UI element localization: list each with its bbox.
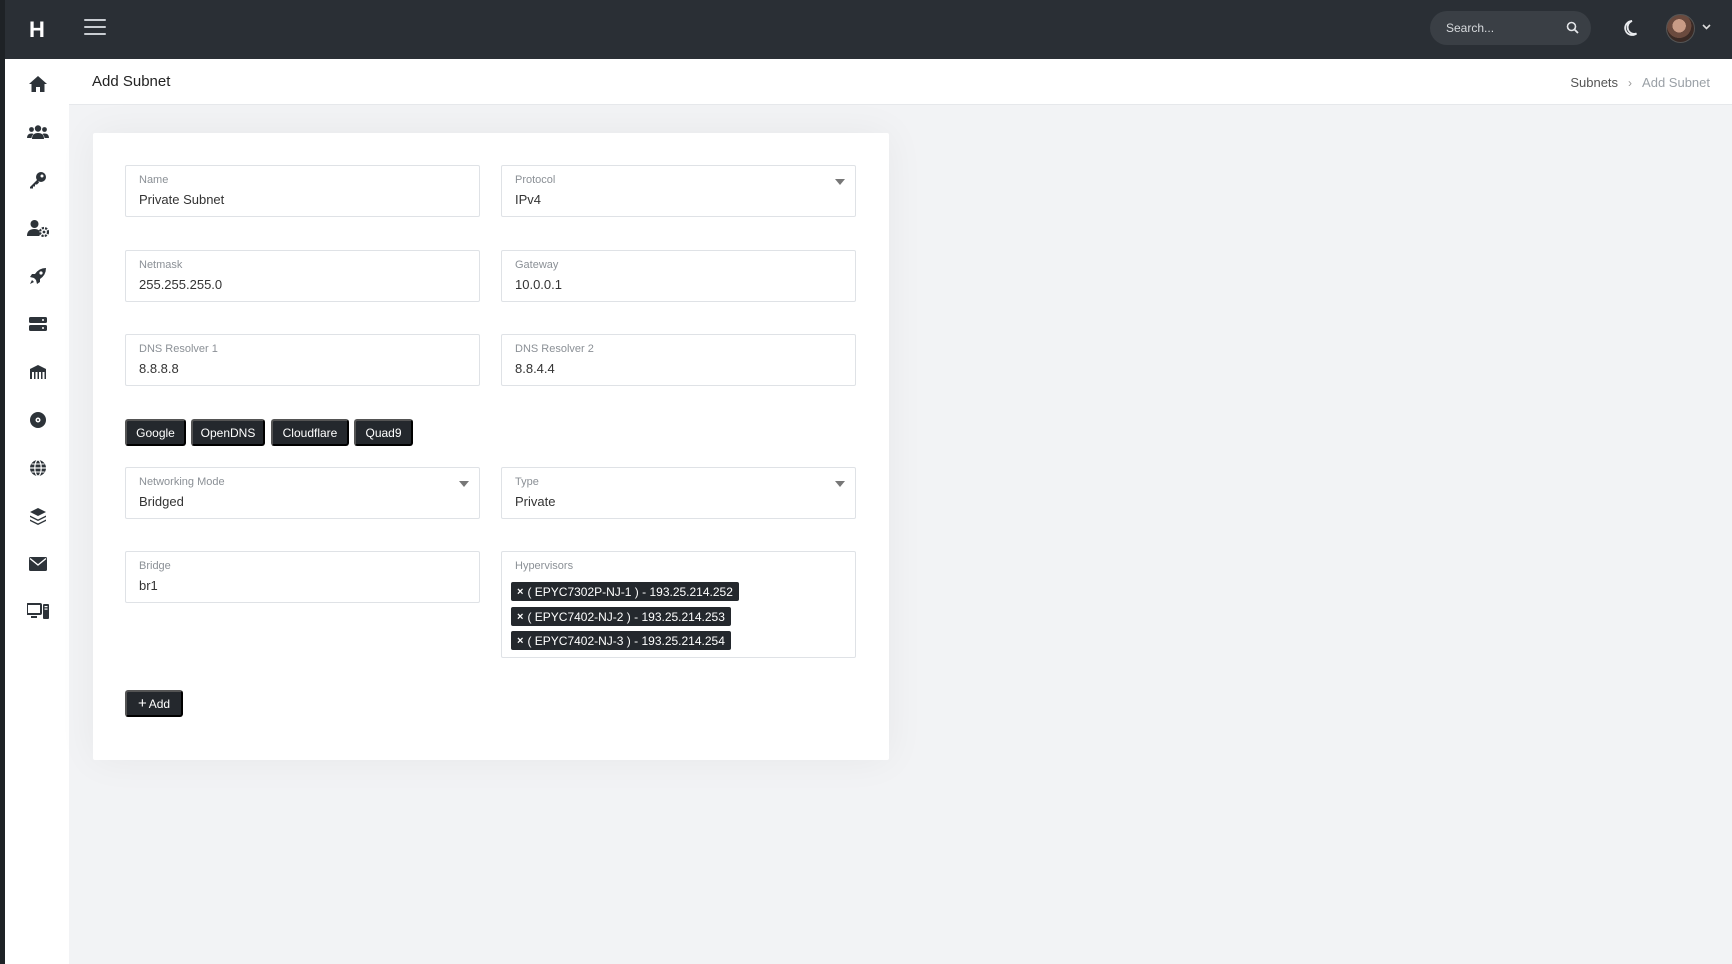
hypervisor-chip-label: ( EPYC7402-NJ-2 ) - 193.25.214.253: [527, 609, 725, 624]
window-edge: [0, 0, 5, 964]
gateway-label: Gateway: [515, 259, 559, 271]
chevron-down-icon[interactable]: [1702, 24, 1711, 30]
dns-preset-cloudflare-button[interactable]: Cloudflare: [271, 419, 349, 446]
breadcrumb-separator: ›: [1628, 75, 1633, 90]
type-label: Type: [515, 476, 539, 488]
hypervisor-chip: × ( EPYC7402-NJ-3 ) - 193.25.214.254: [511, 631, 731, 650]
netmask-field[interactable]: Netmask 255.255.255.0: [125, 250, 480, 302]
top-navbar: H: [0, 0, 1732, 59]
protocol-label: Protocol: [515, 174, 556, 186]
name-field[interactable]: Name Private Subnet: [125, 165, 480, 217]
rocket-icon[interactable]: [27, 265, 49, 287]
caret-down-icon[interactable]: [835, 179, 845, 185]
add-button-label: Add: [148, 696, 171, 711]
networking-mode-select[interactable]: Networking Mode Bridged: [125, 467, 480, 519]
dns-preset-opendns-button[interactable]: OpenDNS: [191, 419, 265, 446]
gateway-field[interactable]: Gateway 10.0.0.1: [501, 250, 856, 302]
hypervisor-chip: × ( EPYC7302P-NJ-1 ) - 193.25.214.252: [511, 582, 739, 601]
name-input[interactable]: Private Subnet: [139, 192, 224, 207]
desktop-icon[interactable]: [27, 601, 49, 623]
network-icon[interactable]: [27, 361, 49, 383]
remove-chip-icon[interactable]: ×: [517, 586, 523, 598]
caret-down-icon[interactable]: [835, 481, 845, 487]
add-button[interactable]: + Add: [125, 690, 183, 717]
key-icon[interactable]: [27, 169, 49, 191]
breadcrumb: Subnets › Add Subnet: [1570, 75, 1710, 90]
add-subnet-form-card: Name Private Subnet Protocol IPv4 Netmas…: [93, 133, 889, 760]
breadcrumb-subnets-link[interactable]: Subnets: [1570, 75, 1618, 90]
caret-down-icon[interactable]: [459, 481, 469, 487]
search-input[interactable]: [1446, 19, 1556, 37]
dns-resolver-2-field[interactable]: DNS Resolver 2 8.8.4.4: [501, 334, 856, 386]
page-header: Add Subnet Subnets › Add Subnet: [69, 59, 1732, 105]
bridge-label: Bridge: [139, 560, 171, 572]
dns-resolver-1-field[interactable]: DNS Resolver 1 8.8.8.8: [125, 334, 480, 386]
user-cog-icon[interactable]: [27, 217, 49, 239]
brand-logo[interactable]: H: [5, 0, 69, 59]
gateway-input[interactable]: 10.0.0.1: [515, 277, 562, 292]
hypervisor-chip-label: ( EPYC7402-NJ-3 ) - 193.25.214.254: [527, 633, 725, 648]
dns-resolver-2-label: DNS Resolver 2: [515, 343, 594, 355]
dns-resolver-1-input[interactable]: 8.8.8.8: [139, 361, 179, 376]
globe-icon[interactable]: [27, 457, 49, 479]
bridge-input[interactable]: br1: [139, 578, 158, 593]
bridge-field[interactable]: Bridge br1: [125, 551, 480, 603]
menu-toggle-icon[interactable]: [84, 19, 106, 37]
dns-preset-quad9-button[interactable]: Quad9: [354, 419, 413, 446]
server-icon[interactable]: [27, 313, 49, 335]
dns-preset-google-button[interactable]: Google: [125, 419, 186, 446]
sidebar: [5, 59, 69, 964]
search-box: [1430, 11, 1591, 45]
networking-mode-value[interactable]: Bridged: [139, 494, 184, 509]
netmask-input[interactable]: 255.255.255.0: [139, 277, 222, 292]
remove-chip-icon[interactable]: ×: [517, 611, 523, 623]
name-label: Name: [139, 174, 169, 186]
hypervisor-chip-label: ( EPYC7302P-NJ-1 ) - 193.25.214.252: [527, 584, 733, 599]
hypervisors-label: Hypervisors: [515, 560, 574, 572]
plus-icon: +: [137, 695, 147, 712]
home-icon[interactable]: [27, 73, 49, 95]
protocol-select[interactable]: Protocol IPv4: [501, 165, 856, 217]
remove-chip-icon[interactable]: ×: [517, 635, 523, 647]
envelope-icon[interactable]: [27, 553, 49, 575]
disk-icon[interactable]: [27, 409, 49, 431]
type-value[interactable]: Private: [515, 494, 555, 509]
layers-icon[interactable]: [27, 505, 49, 527]
user-avatar[interactable]: [1666, 14, 1695, 43]
type-select[interactable]: Type Private: [501, 467, 856, 519]
breadcrumb-current: Add Subnet: [1642, 75, 1710, 90]
page-title: Add Subnet: [92, 73, 171, 90]
search-icon[interactable]: [1566, 21, 1579, 34]
users-icon[interactable]: [27, 121, 49, 143]
dns-resolver-1-label: DNS Resolver 1: [139, 343, 218, 355]
protocol-value[interactable]: IPv4: [515, 192, 541, 207]
netmask-label: Netmask: [139, 259, 183, 271]
hypervisors-multiselect[interactable]: Hypervisors × ( EPYC7302P-NJ-1 ) - 193.2…: [501, 551, 856, 658]
dark-mode-icon[interactable]: [1623, 18, 1643, 38]
networking-mode-label: Networking Mode: [139, 476, 225, 488]
hypervisor-chip: × ( EPYC7402-NJ-2 ) - 193.25.214.253: [511, 607, 731, 626]
dns-resolver-2-input[interactable]: 8.8.4.4: [515, 361, 555, 376]
